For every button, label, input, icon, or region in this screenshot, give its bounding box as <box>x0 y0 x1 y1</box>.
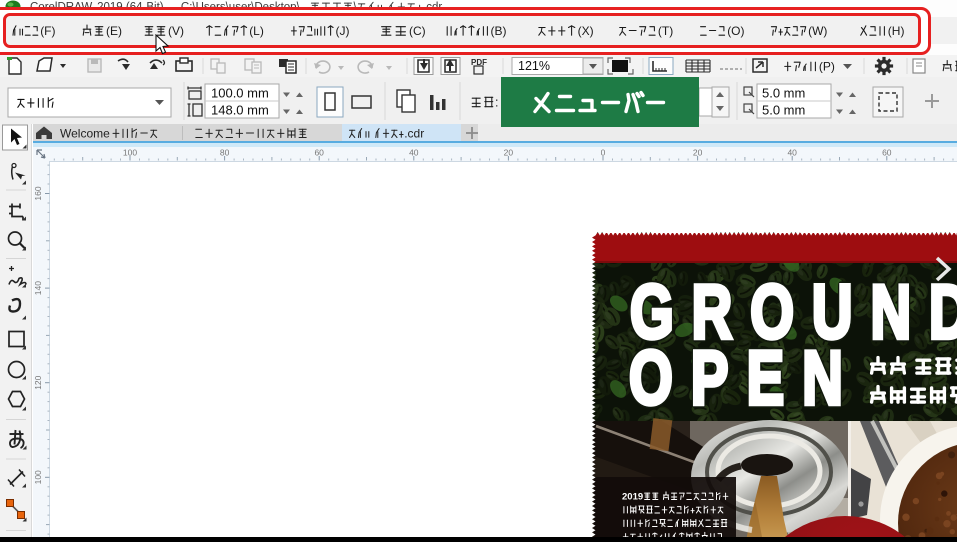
svg-text:20: 20 <box>504 148 514 158</box>
svg-text:0: 0 <box>601 148 606 158</box>
svg-text:2019: 2019 <box>622 491 643 502</box>
svg-text:5.0 mm: 5.0 mm <box>762 103 805 118</box>
svg-text:100.0 mm: 100.0 mm <box>211 86 269 101</box>
svg-text:(L): (L) <box>249 24 264 38</box>
svg-text:60: 60 <box>882 148 892 158</box>
svg-text:.cdr: .cdr <box>404 126 424 140</box>
svg-text:(J): (J) <box>336 24 350 38</box>
svg-text:20: 20 <box>693 148 703 158</box>
svg-text:(H): (H) <box>888 24 905 38</box>
svg-text:40: 40 <box>787 148 797 158</box>
svg-text:40: 40 <box>409 148 419 158</box>
svg-text:140: 140 <box>33 281 43 295</box>
svg-text:(E): (E) <box>106 24 122 38</box>
svg-text:121%: 121% <box>518 59 550 73</box>
svg-text:Welcome: Welcome <box>60 126 110 140</box>
svg-text:(O): (O) <box>727 24 744 38</box>
svg-text:(C): (C) <box>409 24 426 38</box>
svg-text:(P): (P) <box>819 60 835 74</box>
svg-text:100: 100 <box>33 470 43 484</box>
svg-text:(X): (X) <box>578 24 594 38</box>
svg-text:5.0 mm: 5.0 mm <box>762 86 805 101</box>
svg-text::: : <box>495 95 498 109</box>
svg-text:(T): (T) <box>658 24 673 38</box>
svg-text:60: 60 <box>314 148 324 158</box>
svg-text:80: 80 <box>220 148 230 158</box>
svg-text:100: 100 <box>123 148 137 158</box>
svg-text:120: 120 <box>33 375 43 389</box>
svg-text:(F): (F) <box>40 24 55 38</box>
svg-text:(W): (W) <box>808 24 827 38</box>
svg-text:160: 160 <box>33 186 43 200</box>
svg-text:(B): (B) <box>491 24 507 38</box>
svg-text:148.0 mm: 148.0 mm <box>211 103 269 118</box>
